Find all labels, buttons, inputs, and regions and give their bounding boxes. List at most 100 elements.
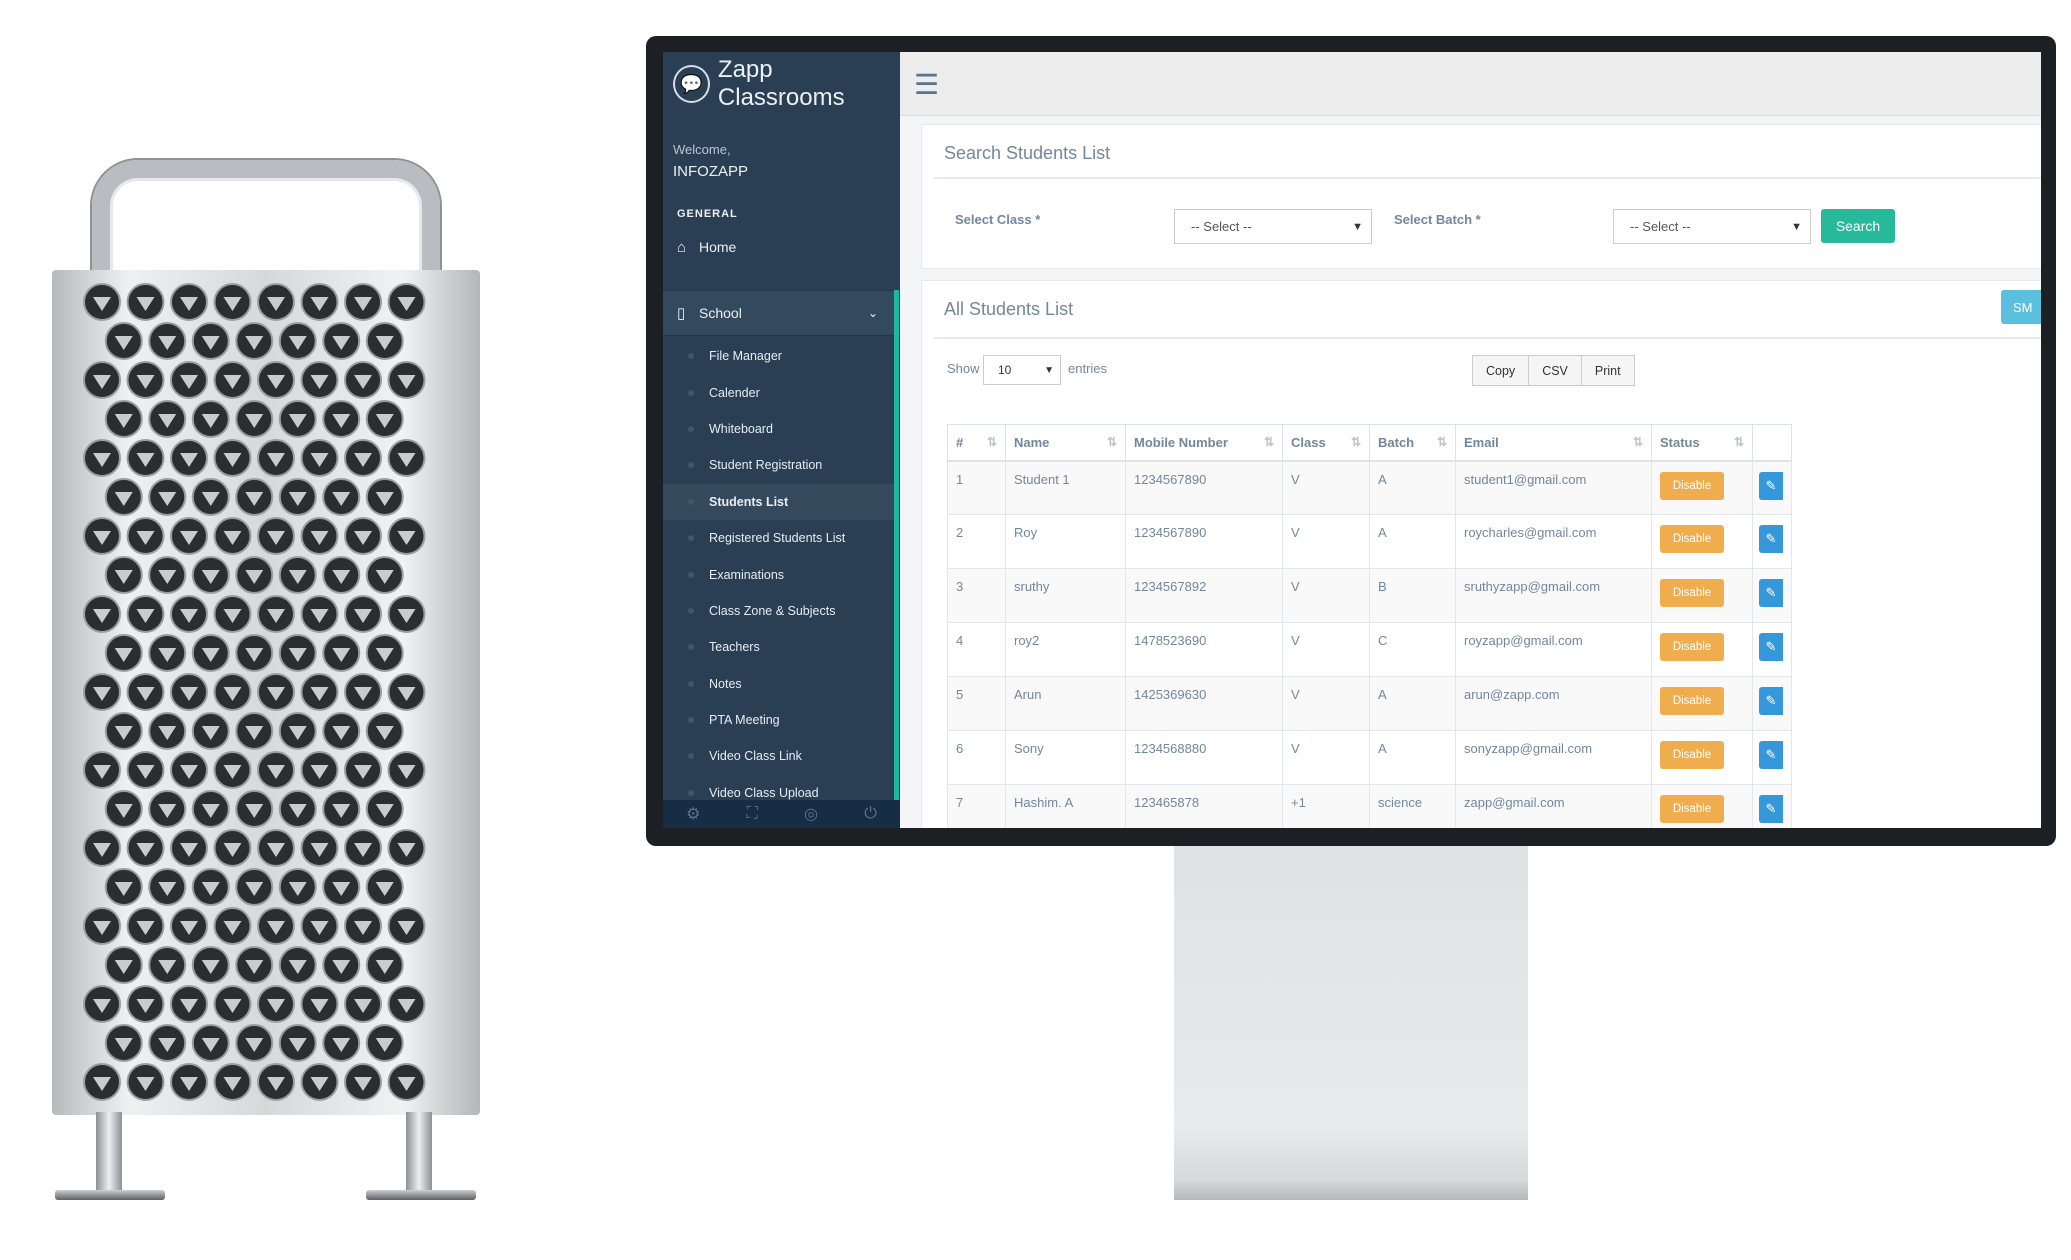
cell-email: arun@zapp.com [1455,676,1652,731]
cell-mobile: 1234568880 [1125,730,1283,785]
students-table: # ⇅ Name ⇅ Mobile Number ⇅ Class ⇅ Batch ⇅ Email ⇅ S… [947,424,1792,828]
table-row: 4 roy2 1478523690 V Croyzapp@gmail.com Disabl… [947,622,1792,677]
cell-email: sonyzapp@gmail.com [1455,730,1652,785]
cell-status: Disable [1651,622,1753,677]
cell-status: Disable [1651,730,1753,785]
column-header[interactable]: Class ⇅ [1282,424,1370,462]
panel-title: All Students List [944,299,1074,319]
export-button-csv[interactable]: CSV [1528,355,1582,386]
cell-name: Student 1 [1005,460,1126,515]
edit-pencil-icon[interactable]: ✎ [1759,633,1783,661]
cell-class: V [1282,730,1370,785]
edit-pencil-icon[interactable]: ✎ [1759,525,1783,553]
cell-name: Roy [1005,514,1126,569]
cell-status: Disable [1651,460,1753,515]
chevron-down-icon: ▼ [1044,364,1054,376]
disable-button[interactable]: Disable [1660,633,1724,661]
search-button[interactable]: Search [1821,209,1895,243]
cell-name: Sony [1005,730,1126,785]
cell-email: royzapp@gmail.com [1455,622,1652,677]
cell-name: Arun [1005,676,1126,731]
edit-pencil-icon[interactable]: ✎ [1759,579,1783,607]
column-header-label: # [956,434,964,450]
disable-button[interactable]: Disable [1660,471,1724,500]
sms-button[interactable]: SM [2001,290,2041,324]
cell-mobile: 1234567890 [1125,460,1283,515]
content-area: Search Students List Select Class * -- S… [663,52,2041,828]
disable-button[interactable]: Disable [1660,687,1724,715]
cell-status: Disable [1651,514,1753,569]
select-class-dropdown[interactable]: -- Select -- ▼ [1174,209,1372,244]
cell-class: V [1282,676,1370,731]
edit-pencil-icon[interactable]: ✎ [1759,471,1783,500]
column-header[interactable]: Batch ⇅ [1369,424,1456,462]
edit-pencil-icon[interactable]: ✎ [1759,795,1783,823]
tower-leg-left [96,1112,122,1197]
edit-pencil-icon[interactable]: ✎ [1759,741,1783,769]
cell-batch: C [1369,622,1456,677]
select-batch-dropdown[interactable]: -- Select -- ▼ [1613,209,1811,244]
disable-button[interactable]: Disable [1660,579,1724,607]
cell-actions: ✎ [1752,460,1792,515]
table-header-row: # ⇅ Name ⇅ Mobile Number ⇅ Class ⇅ Batch ⇅ Email ⇅ S… [947,424,1792,462]
cell-class: V [1282,514,1370,569]
cell-n: 4 [947,622,1006,677]
cell-batch: A [1369,514,1456,569]
table-row: 7 Hashim. A 123465878 +1 science zapp@gmail.c… [947,784,1792,828]
table-row: 1 Student 1 1234567890 V Astudent1@gmail.com… [947,460,1792,515]
sort-icon: ⇅ [1632,434,1643,449]
cell-name: roy2 [1005,622,1126,677]
select-batch-value: -- Select -- [1630,219,1691,234]
cell-batch: A [1369,676,1456,731]
table-row: 5 Arun 1425369630 V Aarun@zapp.com Disable ✎ [947,676,1792,731]
cell-n: 6 [947,730,1006,785]
cell-mobile: 1234567890 [1125,514,1283,569]
chevron-down-icon: ▼ [1791,220,1802,233]
product-mockup: 💬 Zapp Classrooms Welcome, INFOZAPP GENE… [0,0,2071,1260]
disable-button[interactable]: Disable [1660,741,1724,769]
sort-icon: ⇅ [1436,434,1447,449]
table-row: 3 sruthy 1234567892 V Bsruthyzapp@gmail.com D… [947,568,1792,623]
cell-email: student1@gmail.com [1455,460,1652,515]
cell-email: sruthyzapp@gmail.com [1455,568,1652,623]
column-header[interactable]: Email ⇅ [1455,424,1652,462]
table-body: 1 Student 1 1234567890 V Astudent1@gmail.com… [947,460,1792,828]
column-header[interactable]: Mobile Number ⇅ [1125,424,1283,462]
cell-batch: science [1369,784,1456,828]
disable-button[interactable]: Disable [1660,525,1724,553]
export-button-print[interactable]: Print [1580,355,1635,386]
tower-grille [83,283,426,1101]
column-header[interactable] [1752,424,1792,462]
disable-button[interactable]: Disable [1660,795,1724,823]
column-header[interactable]: Status ⇅ [1651,424,1753,462]
entries-select[interactable]: 10 ▼ [983,355,1061,385]
cell-actions: ✎ [1752,730,1792,785]
cell-batch: A [1369,460,1456,515]
cell-actions: ✎ [1752,622,1792,677]
cell-class: +1 [1282,784,1370,828]
column-header[interactable]: # ⇅ [947,424,1006,462]
cell-status: Disable [1651,568,1753,623]
cell-email: zapp@gmail.com [1455,784,1652,828]
cell-name: sruthy [1005,568,1126,623]
sort-icon: ⇅ [986,434,997,449]
cell-status: Disable [1651,784,1753,828]
table-row: 6 Sony 1234568880 V Asonyzapp@gmail.com Disab… [947,730,1792,785]
sort-icon: ⇅ [1263,434,1274,449]
cell-email: roycharles@gmail.com [1455,514,1652,569]
sort-icon: ⇅ [1106,434,1117,449]
column-header[interactable]: Name ⇅ [1005,424,1126,462]
tower-foot-right [366,1190,476,1200]
search-panel: Search Students List [921,124,2041,269]
cell-n: 3 [947,568,1006,623]
export-button-copy[interactable]: Copy [1472,355,1530,386]
chevron-down-icon: ▼ [1352,220,1363,233]
cell-n: 5 [947,676,1006,731]
cell-n: 1 [947,460,1006,515]
cell-name: Hashim. A [1005,784,1126,828]
table-row: 2 Roy 1234567890 V Aroycharles@gmail.com Disa… [947,514,1792,569]
edit-pencil-icon[interactable]: ✎ [1759,687,1783,715]
show-label: Show [947,361,980,376]
cell-class: V [1282,460,1370,515]
tower-handle [92,160,440,280]
